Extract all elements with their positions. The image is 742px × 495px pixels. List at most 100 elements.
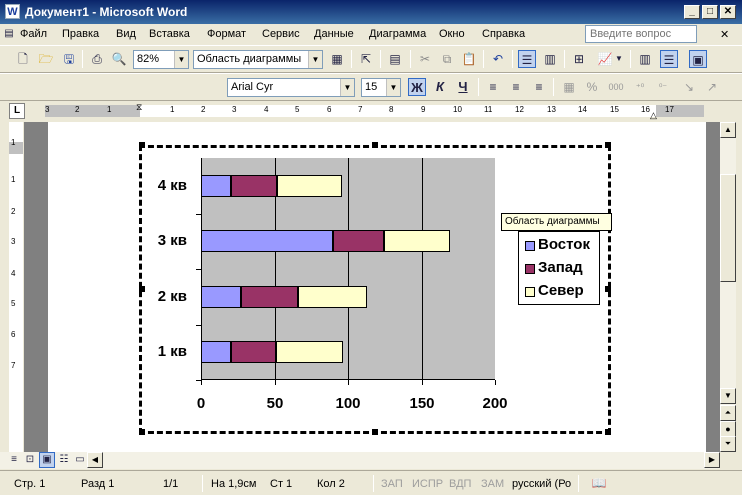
scroll-right-icon[interactable]: ▶ bbox=[704, 452, 720, 468]
menu-view[interactable]: Вид bbox=[116, 28, 136, 40]
scroll-left-icon[interactable]: ◀ bbox=[87, 452, 103, 468]
paste-icon[interactable]: 📋 bbox=[460, 50, 478, 68]
undo-icon[interactable]: ↶ bbox=[489, 50, 507, 68]
menu-data[interactable]: Данные bbox=[314, 28, 354, 40]
data-table-icon[interactable]: ⊞ bbox=[570, 50, 588, 68]
normal-view-icon[interactable]: ≡ bbox=[7, 452, 21, 468]
close-document-icon[interactable]: ✕ bbox=[720, 28, 729, 41]
web-layout-view-icon[interactable]: ⊡ bbox=[23, 452, 37, 468]
bar-segment[interactable] bbox=[333, 230, 384, 252]
bar-segment[interactable] bbox=[277, 175, 342, 197]
bar-segment[interactable] bbox=[231, 341, 276, 363]
comma-style-button[interactable]: 000 bbox=[605, 78, 627, 96]
resize-handle-sw[interactable] bbox=[139, 429, 145, 435]
bar-segment[interactable] bbox=[241, 286, 298, 308]
import-file-icon[interactable]: ⇱ bbox=[357, 50, 375, 68]
font-name-select[interactable]: Arial Cyr ▼ bbox=[227, 78, 355, 97]
horizontal-gridlines-icon[interactable]: ☰ bbox=[660, 50, 678, 68]
percent-style-button[interactable]: % bbox=[583, 78, 601, 96]
print-layout-view-icon[interactable]: ▣ bbox=[39, 452, 55, 468]
document-menu-icon[interactable]: ▤ bbox=[2, 25, 16, 43]
next-page-icon[interactable]: ⏷ bbox=[720, 436, 736, 452]
italic-button[interactable]: К bbox=[431, 78, 449, 96]
print-preview-icon[interactable]: 🔍 bbox=[110, 50, 128, 68]
select-browse-object-icon[interactable]: ● bbox=[720, 421, 736, 437]
scroll-down-icon[interactable]: ▼ bbox=[720, 388, 736, 404]
vertical-scrollbar[interactable]: ▲ ▼ ⏶ ● ⏷ bbox=[720, 122, 736, 452]
menu-help[interactable]: Справка bbox=[482, 28, 525, 40]
save-icon[interactable]: 🖫 bbox=[60, 50, 78, 68]
angle-text-down-icon[interactable]: ↘ bbox=[680, 78, 698, 96]
menu-format[interactable]: Формат bbox=[207, 28, 246, 40]
status-extend[interactable]: ВДП bbox=[449, 478, 471, 490]
outline-view-icon[interactable]: ☷ bbox=[57, 452, 71, 468]
bar-segment[interactable] bbox=[201, 175, 231, 197]
chevron-down-icon[interactable]: ▼ bbox=[340, 79, 354, 96]
by-row-icon[interactable]: ☰ bbox=[518, 50, 536, 68]
print-icon[interactable]: ⎙ bbox=[88, 50, 106, 68]
font-size-select[interactable]: 15 ▼ bbox=[361, 78, 401, 97]
status-record-macro[interactable]: ЗАП bbox=[381, 478, 403, 490]
align-center-icon[interactable]: ≡ bbox=[507, 78, 525, 96]
bar-segment[interactable] bbox=[201, 341, 231, 363]
left-indent-marker-icon[interactable]: ⧖ bbox=[136, 102, 142, 113]
bar-segment[interactable] bbox=[384, 230, 450, 252]
menu-file[interactable]: Файл bbox=[20, 28, 47, 40]
status-track-changes[interactable]: ИСПР bbox=[412, 478, 443, 490]
minimize-button[interactable]: _ bbox=[684, 5, 700, 19]
bar-segment[interactable] bbox=[201, 286, 241, 308]
spelling-status-icon[interactable]: 📖 bbox=[590, 474, 608, 492]
bold-button[interactable]: Ж bbox=[408, 78, 426, 96]
copy-icon[interactable]: ⧉ bbox=[438, 50, 456, 68]
angle-text-up-icon[interactable]: ↗ bbox=[703, 78, 721, 96]
chart-legend[interactable]: Восток Запад Север bbox=[518, 231, 600, 305]
chart-object-select[interactable]: Область диаграммы ▼ bbox=[193, 50, 323, 69]
vertical-gridlines-icon[interactable]: ▥ bbox=[636, 50, 654, 68]
chevron-down-icon[interactable]: ▼ bbox=[174, 51, 188, 68]
underline-button[interactable]: Ч bbox=[454, 78, 472, 96]
tab-selector-icon[interactable]: L bbox=[9, 103, 25, 119]
by-column-icon[interactable]: ▥ bbox=[541, 50, 559, 68]
cut-icon[interactable]: ✂ bbox=[416, 50, 434, 68]
chevron-down-icon[interactable]: ▼ bbox=[386, 79, 400, 96]
chevron-down-icon[interactable]: ▼ bbox=[308, 51, 322, 68]
open-folder-icon[interactable]: 🗁 bbox=[37, 50, 55, 68]
align-left-icon[interactable]: ≡ bbox=[484, 78, 502, 96]
increase-decimal-icon[interactable]: ⁺⁰ bbox=[631, 78, 649, 96]
horizontal-ruler[interactable]: L ⧖ △ 3 2 1 1 2 3 4 5 6 7 8 9 10 11 12 13 14 15 16 17 bbox=[0, 101, 742, 122]
align-right-icon[interactable]: ≡ bbox=[530, 78, 548, 96]
maximize-button[interactable]: □ bbox=[702, 5, 718, 19]
bar-segment[interactable] bbox=[201, 230, 333, 252]
bar-segment[interactable] bbox=[298, 286, 367, 308]
datasheet-icon[interactable]: ▤ bbox=[386, 50, 404, 68]
bar-segment[interactable] bbox=[231, 175, 277, 197]
close-button[interactable]: ✕ bbox=[720, 5, 736, 19]
menu-edit[interactable]: Правка bbox=[62, 28, 99, 40]
status-overtype[interactable]: ЗАМ bbox=[481, 478, 504, 490]
resize-handle-n[interactable] bbox=[372, 142, 378, 148]
scroll-thumb[interactable] bbox=[720, 174, 736, 282]
currency-style-icon[interactable]: ▦ bbox=[560, 78, 578, 96]
resize-handle-s[interactable] bbox=[372, 429, 378, 435]
status-language[interactable]: русский (Ро bbox=[512, 478, 571, 490]
previous-page-icon[interactable]: ⏶ bbox=[720, 405, 736, 421]
format-chart-area-icon[interactable]: ▦ bbox=[328, 50, 346, 68]
legend-icon[interactable]: ▣ bbox=[689, 50, 707, 68]
chevron-down-icon[interactable]: ▼ bbox=[614, 50, 624, 68]
zoom-select[interactable]: 82% ▼ bbox=[133, 50, 189, 69]
decrease-decimal-icon[interactable]: ⁰⁻ bbox=[654, 78, 672, 96]
chart-type-icon[interactable]: 📈 bbox=[596, 50, 614, 68]
ask-question-input[interactable] bbox=[585, 25, 697, 43]
reading-view-icon[interactable]: ▭ bbox=[73, 452, 87, 468]
menu-tools[interactable]: Сервис bbox=[262, 28, 300, 40]
resize-handle-e[interactable] bbox=[605, 286, 611, 292]
bar-segment[interactable] bbox=[276, 341, 343, 363]
menu-insert[interactable]: Вставка bbox=[149, 28, 190, 40]
menu-window[interactable]: Окно bbox=[439, 28, 465, 40]
resize-handle-se[interactable] bbox=[605, 429, 611, 435]
new-document-icon[interactable]: 🗋 bbox=[14, 50, 32, 68]
resize-handle-nw[interactable] bbox=[139, 142, 145, 148]
resize-handle-ne[interactable] bbox=[605, 142, 611, 148]
scroll-up-icon[interactable]: ▲ bbox=[720, 122, 736, 138]
word-app-icon[interactable]: W bbox=[5, 4, 20, 19]
